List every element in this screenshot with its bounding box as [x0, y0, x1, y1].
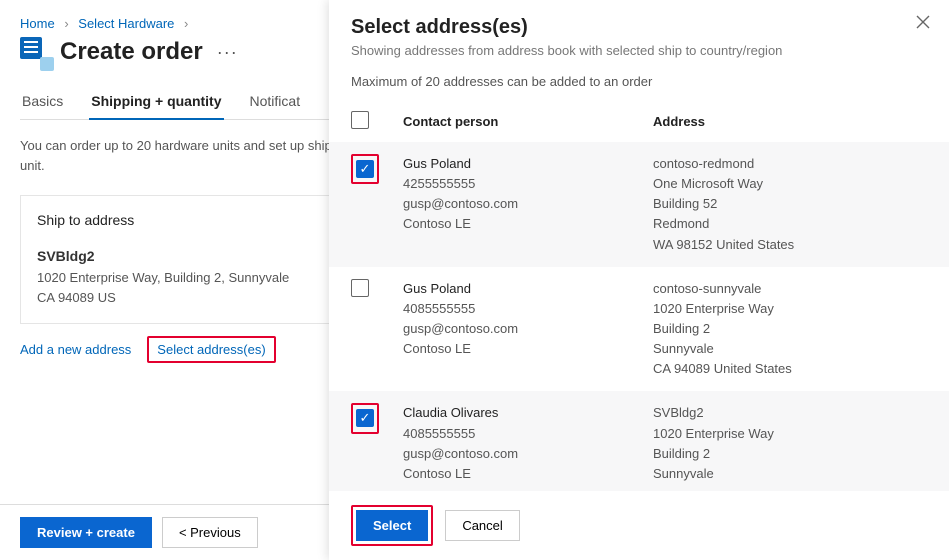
address-line: WA 98152 United States	[653, 235, 927, 255]
row-checkbox[interactable]	[351, 279, 369, 297]
address-line: Redmond	[653, 214, 927, 234]
select-all-checkbox[interactable]	[351, 111, 369, 129]
address-line: 1020 Enterprise Way	[653, 299, 927, 319]
tab-notifications[interactable]: Notificat	[248, 85, 303, 119]
address-line: CA 94089 United States	[653, 359, 927, 379]
flyout-header: Select address(es) Showing addresses fro…	[329, 0, 949, 70]
select-button[interactable]: Select	[356, 510, 428, 541]
tab-shipping-quantity[interactable]: Shipping + quantity	[89, 85, 223, 119]
contact-org: Contoso LE	[403, 464, 653, 484]
highlight-box: Select address(es)	[147, 336, 275, 363]
address-line: contoso-redmond	[653, 154, 927, 174]
table-header: Contact person Address	[329, 101, 949, 142]
address-line: One Microsoft Way	[653, 174, 927, 194]
address-line: Building 52	[653, 194, 927, 214]
row-checkbox[interactable]	[356, 160, 374, 178]
flyout-subtitle: Showing addresses from address book with…	[351, 43, 927, 58]
contact-cell: Claudia Olivares4085555555gusp@contoso.c…	[403, 403, 653, 484]
chevron-right-icon: ›	[184, 16, 188, 31]
contact-email: gusp@contoso.com	[403, 194, 653, 214]
contact-cell: Gus Poland4085555555gusp@contoso.comCont…	[403, 279, 653, 380]
contact-email: gusp@contoso.com	[403, 319, 653, 339]
row-checkbox[interactable]	[356, 409, 374, 427]
address-line: 1020 Enterprise Way	[653, 424, 927, 444]
flyout-footer: Select Cancel	[329, 491, 949, 560]
address-line: contoso-sunnyvale	[653, 279, 927, 299]
select-addresses-link[interactable]: Select address(es)	[157, 342, 265, 357]
more-icon[interactable]: ···	[213, 42, 242, 63]
highlight-box	[351, 154, 379, 184]
address-line: SVBldg2	[653, 403, 927, 423]
add-new-address-link[interactable]: Add a new address	[20, 342, 131, 357]
contact-name: Gus Poland	[403, 279, 653, 299]
column-address: Address	[653, 114, 927, 129]
contact-email: gusp@contoso.com	[403, 444, 653, 464]
review-create-button[interactable]: Review + create	[20, 517, 152, 548]
address-table: Contact person Address Gus Poland4255555…	[329, 101, 949, 491]
highlight-box	[351, 403, 379, 433]
address-line: Building 2	[653, 319, 927, 339]
contact-phone: 4085555555	[403, 424, 653, 444]
table-row[interactable]: Gus Poland4255555555gusp@contoso.comCont…	[329, 142, 949, 267]
cancel-button[interactable]: Cancel	[445, 510, 519, 541]
highlight-box: Select	[351, 505, 433, 546]
table-row[interactable]: Claudia Olivares4085555555gusp@contoso.c…	[329, 391, 949, 491]
breadcrumb-select-hardware[interactable]: Select Hardware	[78, 16, 174, 31]
close-icon[interactable]	[915, 14, 931, 30]
contact-phone: 4085555555	[403, 299, 653, 319]
address-cell: contoso-redmondOne Microsoft WayBuilding…	[653, 154, 927, 255]
contact-phone: 4255555555	[403, 174, 653, 194]
table-row[interactable]: Gus Poland4085555555gusp@contoso.comCont…	[329, 267, 949, 392]
previous-button[interactable]: < Previous	[162, 517, 258, 548]
page-title: Create order	[60, 38, 203, 66]
address-cell: contoso-sunnyvale1020 Enterprise WayBuil…	[653, 279, 927, 380]
select-address-flyout: Select address(es) Showing addresses fro…	[329, 0, 949, 560]
address-cell: SVBldg21020 Enterprise WayBuilding 2Sunn…	[653, 403, 927, 484]
column-contact: Contact person	[403, 114, 653, 129]
contact-org: Contoso LE	[403, 339, 653, 359]
contact-cell: Gus Poland4255555555gusp@contoso.comCont…	[403, 154, 653, 255]
contact-name: Claudia Olivares	[403, 403, 653, 423]
tab-basics[interactable]: Basics	[20, 85, 65, 119]
contact-org: Contoso LE	[403, 214, 653, 234]
address-line: Sunnyvale	[653, 339, 927, 359]
breadcrumb-home[interactable]: Home	[20, 16, 55, 31]
order-icon	[20, 37, 50, 67]
flyout-note: Maximum of 20 addresses can be added to …	[329, 70, 949, 101]
flyout-title: Select address(es)	[351, 16, 927, 39]
chevron-right-icon: ›	[64, 16, 68, 31]
address-line: Building 2	[653, 444, 927, 464]
contact-name: Gus Poland	[403, 154, 653, 174]
address-line: Sunnyvale	[653, 464, 927, 484]
